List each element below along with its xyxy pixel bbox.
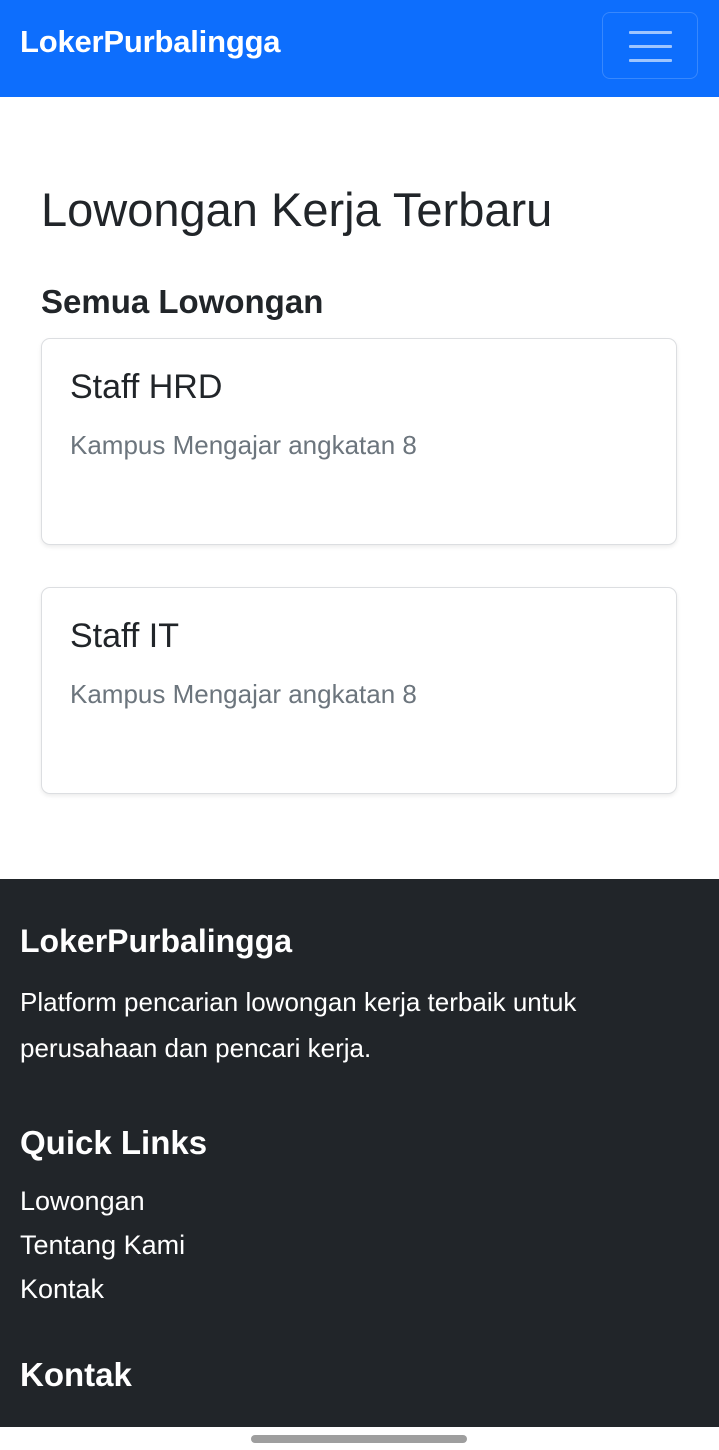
navbar: LokerPurbalingga	[0, 0, 719, 97]
job-description: Kampus Mengajar angkatan 8	[70, 430, 417, 460]
footer-brand: LokerPurbalingga	[20, 923, 293, 959]
section-title: Semua Lowongan	[41, 283, 324, 320]
footer-link-kontak[interactable]: Kontak	[20, 1274, 104, 1305]
page-title: Lowongan Kerja Terbaru	[41, 183, 553, 236]
job-title: Staff HRD	[70, 368, 223, 406]
job-card[interactable]: Staff IT Kampus Mengajar angkatan 8	[41, 587, 677, 794]
job-title: Staff IT	[70, 617, 179, 655]
footer-link-tentang-kami[interactable]: Tentang Kami	[20, 1230, 185, 1261]
footer-description: Platform pencarian lowongan kerja terbai…	[20, 987, 577, 1063]
job-description: Kampus Mengajar angkatan 8	[70, 679, 417, 709]
navbar-toggle-button[interactable]	[602, 12, 698, 79]
quick-links-title: Quick Links	[20, 1124, 208, 1161]
footer: LokerPurbalingga Platform pencarian lowo…	[0, 879, 719, 1427]
contact-title: Kontak	[20, 1356, 132, 1393]
navbar-brand[interactable]: LokerPurbalingga	[20, 24, 281, 60]
footer-link-lowongan[interactable]: Lowongan	[20, 1186, 145, 1217]
home-indicator[interactable]	[251, 1435, 467, 1443]
job-card[interactable]: Staff HRD Kampus Mengajar angkatan 8	[41, 338, 677, 545]
